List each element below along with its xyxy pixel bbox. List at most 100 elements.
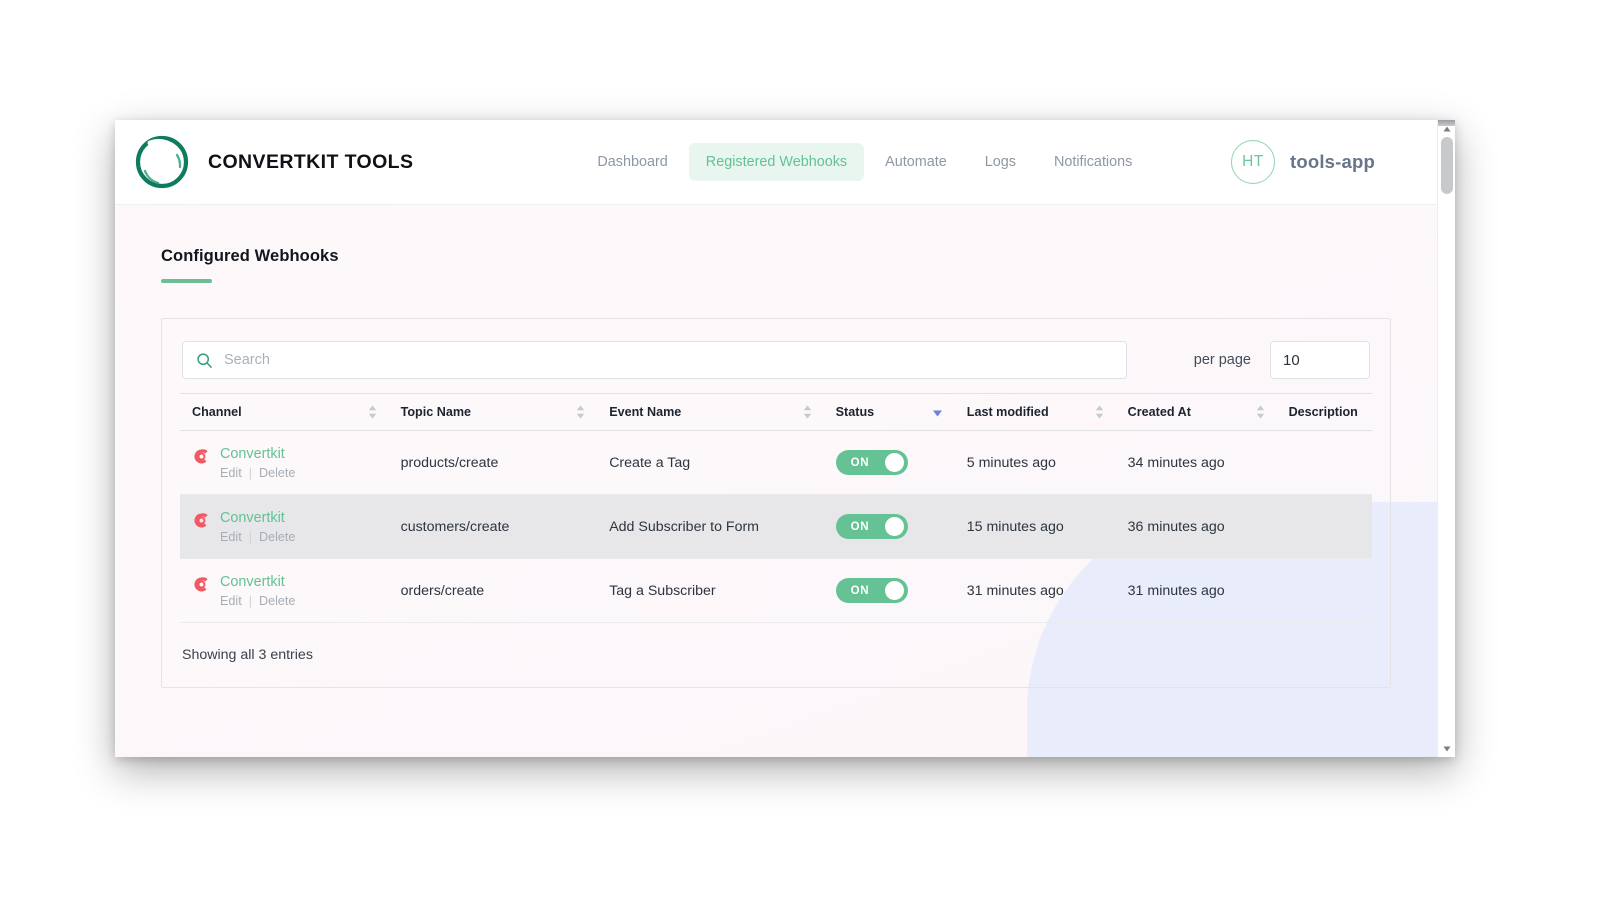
table-row[interactable]: Convertkit Edit | Delete products/create… bbox=[180, 430, 1372, 495]
scroll-down-arrow-icon[interactable] bbox=[1438, 740, 1455, 757]
row-actions: Edit | Delete bbox=[220, 594, 295, 608]
channel-link[interactable]: Convertkit bbox=[220, 445, 295, 463]
sort-icon-event-name[interactable] bbox=[803, 405, 812, 419]
convertkit-icon bbox=[194, 449, 208, 464]
column-header-last-modified[interactable]: Last modified bbox=[954, 393, 1116, 431]
column-header-created-at[interactable]: Created At bbox=[1115, 393, 1277, 431]
convertkit-ring-logo-icon bbox=[135, 135, 189, 189]
sort-desc-icon-status[interactable] bbox=[932, 405, 943, 419]
delete-link[interactable]: Delete bbox=[259, 594, 295, 608]
status-toggle-knob bbox=[884, 581, 904, 600]
avatar[interactable]: HT bbox=[1230, 140, 1275, 184]
cell-topic-name: products/create bbox=[388, 430, 598, 495]
cell-topic-name: orders/create bbox=[388, 558, 598, 623]
page-title: Configured Webhooks bbox=[161, 247, 339, 265]
column-header-description-label: Description bbox=[1288, 405, 1358, 419]
edit-link[interactable]: Edit bbox=[220, 594, 242, 608]
page-heading-wrap: Configured Webhooks bbox=[115, 205, 1437, 283]
user-area[interactable]: HT tools-app bbox=[1230, 140, 1375, 184]
status-toggle-label: ON bbox=[850, 456, 870, 469]
cell-last-modified: 5 minutes ago bbox=[954, 430, 1116, 495]
cell-status: ON bbox=[823, 430, 955, 495]
delete-link[interactable]: Delete bbox=[259, 466, 295, 480]
column-header-description[interactable]: Description bbox=[1276, 393, 1372, 431]
user-name: tools-app bbox=[1289, 151, 1375, 172]
column-header-event-name[interactable]: Event Name bbox=[597, 393, 824, 431]
webhooks-table: Channel Topic Name Event Name Status Las… bbox=[180, 393, 1372, 623]
scroll-up-arrow-icon[interactable] bbox=[1438, 120, 1455, 137]
edit-link[interactable]: Edit bbox=[220, 530, 242, 544]
column-header-topic-name[interactable]: Topic Name bbox=[388, 393, 598, 431]
cell-event-name: Add Subscriber to Form bbox=[597, 494, 824, 559]
column-header-status[interactable]: Status bbox=[823, 393, 955, 431]
nav-item-registered-webhooks[interactable]: Registered Webhooks bbox=[688, 143, 865, 181]
channel-link[interactable]: Convertkit bbox=[220, 573, 295, 591]
row-actions: Edit | Delete bbox=[220, 466, 295, 480]
nav-item-automate[interactable]: Automate bbox=[868, 143, 964, 181]
app-header: CONVERTKIT TOOLS Dashboard Registered We… bbox=[115, 120, 1437, 205]
cell-description bbox=[1276, 494, 1372, 559]
status-toggle[interactable]: ON bbox=[835, 450, 908, 475]
brand[interactable]: CONVERTKIT TOOLS bbox=[133, 133, 413, 191]
per-page-input[interactable] bbox=[1270, 341, 1370, 379]
search-icon bbox=[197, 352, 212, 368]
sort-icon-last-modified[interactable] bbox=[1095, 405, 1104, 419]
webhooks-panel: per page Channel bbox=[161, 318, 1391, 688]
delete-link[interactable]: Delete bbox=[259, 530, 295, 544]
table-row[interactable]: Convertkit Edit | Delete orders/create T… bbox=[180, 558, 1372, 623]
action-separator: | bbox=[248, 530, 252, 544]
column-header-event-name-label: Event Name bbox=[609, 405, 682, 419]
cell-event-name: Create a Tag bbox=[597, 430, 824, 495]
table-header-row: Channel Topic Name Event Name Status Las… bbox=[180, 393, 1372, 431]
cell-description bbox=[1276, 558, 1372, 623]
convertkit-icon bbox=[194, 513, 208, 528]
main-nav: Dashboard Registered Webhooks Automate L… bbox=[580, 143, 1149, 181]
column-header-channel-label: Channel bbox=[192, 405, 242, 419]
sort-icon-created-at[interactable] bbox=[1256, 405, 1265, 419]
search-input[interactable] bbox=[224, 352, 1113, 368]
nav-item-dashboard[interactable]: Dashboard bbox=[580, 143, 684, 181]
sort-icon-topic-name[interactable] bbox=[576, 405, 585, 419]
edit-link[interactable]: Edit bbox=[220, 466, 242, 480]
status-toggle[interactable]: ON bbox=[835, 578, 908, 603]
cell-event-name: Tag a Subscriber bbox=[597, 558, 824, 623]
browser-window: CONVERTKIT TOOLS Dashboard Registered We… bbox=[115, 120, 1455, 757]
status-toggle[interactable]: ON bbox=[835, 514, 908, 539]
cell-status: ON bbox=[823, 494, 955, 559]
sort-icon-channel[interactable] bbox=[368, 405, 377, 419]
row-actions: Edit | Delete bbox=[220, 530, 295, 544]
action-separator: | bbox=[248, 594, 252, 608]
cell-channel: Convertkit Edit | Delete bbox=[180, 558, 389, 623]
page-viewport: CONVERTKIT TOOLS Dashboard Registered We… bbox=[115, 120, 1437, 757]
page-content: Configured Webhooks per page bbox=[115, 205, 1437, 688]
table-row[interactable]: Convertkit Edit | Delete customers/creat… bbox=[180, 494, 1372, 559]
cell-status: ON bbox=[823, 558, 955, 623]
table-head: Channel Topic Name Event Name Status Las… bbox=[180, 393, 1372, 431]
table-entries-summary: Showing all 3 entries bbox=[182, 647, 313, 663]
cell-created-at: 36 minutes ago bbox=[1115, 494, 1277, 559]
convertkit-icon bbox=[194, 577, 208, 592]
cell-channel: Convertkit Edit | Delete bbox=[180, 494, 389, 559]
brand-title: CONVERTKIT TOOLS bbox=[208, 150, 414, 173]
nav-item-logs[interactable]: Logs bbox=[968, 143, 1033, 181]
action-separator: | bbox=[248, 466, 252, 480]
status-toggle-label: ON bbox=[850, 520, 870, 533]
per-page-control: per page bbox=[1194, 341, 1370, 379]
status-toggle-label: ON bbox=[850, 584, 870, 597]
vertical-scrollbar[interactable] bbox=[1437, 120, 1455, 757]
channel-link[interactable]: Convertkit bbox=[220, 509, 295, 527]
status-toggle-knob bbox=[884, 453, 904, 472]
per-page-label: per page bbox=[1193, 352, 1251, 368]
column-header-topic-name-label: Topic Name bbox=[400, 405, 472, 419]
cell-created-at: 31 minutes ago bbox=[1115, 558, 1277, 623]
cell-description bbox=[1276, 430, 1372, 495]
scrollbar-thumb[interactable] bbox=[1441, 137, 1453, 194]
column-header-created-at-label: Created At bbox=[1127, 405, 1191, 419]
cell-channel: Convertkit Edit | Delete bbox=[180, 430, 389, 495]
search-box[interactable] bbox=[182, 341, 1127, 379]
status-toggle-knob bbox=[884, 517, 904, 536]
column-header-channel[interactable]: Channel bbox=[180, 393, 389, 431]
nav-item-notifications[interactable]: Notifications bbox=[1037, 143, 1149, 181]
table-toolbar: per page bbox=[180, 341, 1372, 379]
column-header-status-label: Status bbox=[835, 405, 875, 419]
